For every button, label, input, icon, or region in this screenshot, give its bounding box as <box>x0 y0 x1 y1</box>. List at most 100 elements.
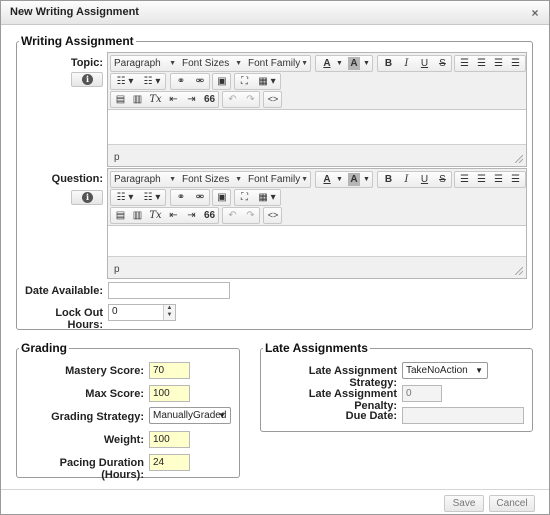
bold-button[interactable]: B <box>380 172 397 187</box>
color-group: A ▼ A ▼ <box>315 171 373 188</box>
align-justify-icon[interactable]: ☰ <box>507 172 524 187</box>
bold-button[interactable]: B <box>380 56 397 71</box>
background-color-button[interactable]: A <box>348 57 360 70</box>
weight-label: Weight: <box>103 434 144 446</box>
grading-strategy-select[interactable]: ManuallyGraded ▼ <box>149 407 231 424</box>
late-strategy-value: TakeNoAction <box>406 365 468 376</box>
source-group: <> <box>263 207 282 224</box>
indent-icon[interactable]: ⇥ <box>183 92 200 107</box>
chevron-down-icon[interactable]: ▼ <box>335 56 344 71</box>
redo-icon[interactable]: ↷ <box>242 208 259 223</box>
underline-button[interactable]: U <box>416 56 433 71</box>
chevron-down-icon[interactable]: ▼ <box>362 172 371 187</box>
font-sizes-select[interactable]: Font Sizes ▼ <box>179 56 245 71</box>
align-left-icon[interactable]: ☰ <box>456 172 473 187</box>
indent-icon[interactable]: ⇥ <box>183 208 200 223</box>
resize-handle-icon[interactable] <box>515 155 523 163</box>
align-left-icon[interactable]: ☰ <box>456 56 473 71</box>
blockquote-icon[interactable]: 66 <box>201 92 218 107</box>
paste-icon[interactable]: ▤ <box>112 208 129 223</box>
late-strategy-select[interactable]: TakeNoAction ▼ <box>402 362 488 379</box>
bullet-list-icon[interactable]: ☷ ▾ <box>112 190 138 205</box>
link-group: ⚭ ⚮ <box>170 189 210 206</box>
toolbar-row-3: ▤ ▥ Tx ⇤ ⇥ 66 ↶ ↷ <> <box>110 207 526 224</box>
background-color-button[interactable]: A <box>348 173 360 186</box>
due-date-input[interactable] <box>402 407 524 424</box>
link-icon[interactable]: ⚭ <box>172 190 190 205</box>
cancel-button[interactable]: Cancel <box>489 495 535 512</box>
font-family-select[interactable]: Font Family ▼ <box>245 172 311 187</box>
table-icon[interactable]: ▦ ▾ <box>254 190 280 205</box>
clear-format-icon[interactable]: Tx <box>147 92 164 107</box>
paste-text-icon[interactable]: ▥ <box>129 92 146 107</box>
undo-icon[interactable]: ↶ <box>224 208 241 223</box>
numbered-list-icon[interactable]: ☷ ▾ <box>139 190 165 205</box>
paste-text-icon[interactable]: ▥ <box>129 208 146 223</box>
source-code-icon[interactable]: <> <box>265 92 281 107</box>
lock-out-hours-label: Lock Out Hours: <box>55 307 103 331</box>
topic-edit-area[interactable] <box>108 109 526 144</box>
topic-info-button[interactable]: i <box>71 72 103 87</box>
clear-format-icon[interactable]: Tx <box>147 208 164 223</box>
text-color-button[interactable]: A <box>318 172 336 187</box>
underline-button[interactable]: U <box>416 172 433 187</box>
numbered-list-icon[interactable]: ☷ ▾ <box>139 74 165 89</box>
dialog-footer: Save Cancel <box>1 489 549 514</box>
table-icon[interactable]: ▦ ▾ <box>254 74 280 89</box>
element-path[interactable]: p <box>114 152 120 163</box>
italic-button[interactable]: I <box>398 56 415 71</box>
question-info-button[interactable]: i <box>71 190 103 205</box>
align-right-icon[interactable]: ☰ <box>490 56 507 71</box>
text-color-button[interactable]: A <box>318 56 336 71</box>
fullscreen-icon[interactable]: ⛶ <box>236 74 253 89</box>
align-right-icon[interactable]: ☰ <box>490 172 507 187</box>
paragraph-select[interactable]: Paragraph ▼ <box>111 56 179 71</box>
chevron-down-icon[interactable]: ▼ <box>335 172 344 187</box>
grading-legend: Grading <box>21 341 68 355</box>
undo-icon[interactable]: ↶ <box>224 92 241 107</box>
chevron-down-icon[interactable]: ▼ <box>362 56 371 71</box>
align-center-icon[interactable]: ☰ <box>473 172 490 187</box>
font-family-select[interactable]: Font Family ▼ <box>245 56 311 71</box>
bullet-list-icon[interactable]: ☷ ▾ <box>112 74 138 89</box>
align-justify-icon[interactable]: ☰ <box>507 56 524 71</box>
topic-editor: Paragraph ▼ Font Sizes ▼ Font Family ▼ A ▼ … <box>107 52 527 167</box>
image-icon[interactable]: ▣ <box>214 74 230 89</box>
unlink-icon[interactable]: ⚮ <box>191 190 209 205</box>
chevron-down-icon[interactable]: ▼ <box>164 312 175 319</box>
late-penalty-input[interactable]: 0 <box>402 385 442 402</box>
paste-icon[interactable]: ▤ <box>112 92 129 107</box>
max-score-input[interactable]: 100 <box>149 385 190 402</box>
align-center-icon[interactable]: ☰ <box>473 56 490 71</box>
pacing-duration-input[interactable]: 24 <box>149 454 190 471</box>
mastery-score-label: Mastery Score: <box>65 365 144 377</box>
redo-icon[interactable]: ↷ <box>242 92 259 107</box>
mastery-score-input[interactable]: 70 <box>149 362 190 379</box>
font-sizes-select[interactable]: Font Sizes ▼ <box>179 172 245 187</box>
link-icon[interactable]: ⚭ <box>172 74 190 89</box>
date-available-input[interactable] <box>108 282 230 299</box>
stepper-arrows[interactable]: ▲ ▼ <box>163 305 175 320</box>
save-button[interactable]: Save <box>444 495 484 512</box>
paragraph-select[interactable]: Paragraph ▼ <box>111 172 179 187</box>
image-icon[interactable]: ▣ <box>214 190 230 205</box>
strikethrough-button[interactable]: S <box>434 56 451 71</box>
unlink-icon[interactable]: ⚮ <box>191 74 209 89</box>
question-edit-area[interactable] <box>108 225 526 256</box>
element-path[interactable]: p <box>114 264 120 275</box>
blockquote-icon[interactable]: 66 <box>201 208 218 223</box>
lock-out-hours-stepper[interactable]: 0 ▲ ▼ <box>108 304 176 321</box>
outdent-icon[interactable]: ⇤ <box>165 208 182 223</box>
close-icon[interactable]: × <box>527 5 543 21</box>
italic-button[interactable]: I <box>398 172 415 187</box>
resize-handle-icon[interactable] <box>515 267 523 275</box>
chevron-up-icon[interactable]: ▲ <box>164 305 175 312</box>
chevron-down-icon: ▼ <box>218 411 226 420</box>
question-statusbar: p <box>108 256 526 278</box>
weight-input[interactable]: 100 <box>149 431 190 448</box>
fullscreen-icon[interactable]: ⛶ <box>236 190 253 205</box>
strikethrough-button[interactable]: S <box>434 172 451 187</box>
topic-label: Topic: <box>70 57 103 69</box>
source-code-icon[interactable]: <> <box>265 208 281 223</box>
outdent-icon[interactable]: ⇤ <box>165 92 182 107</box>
